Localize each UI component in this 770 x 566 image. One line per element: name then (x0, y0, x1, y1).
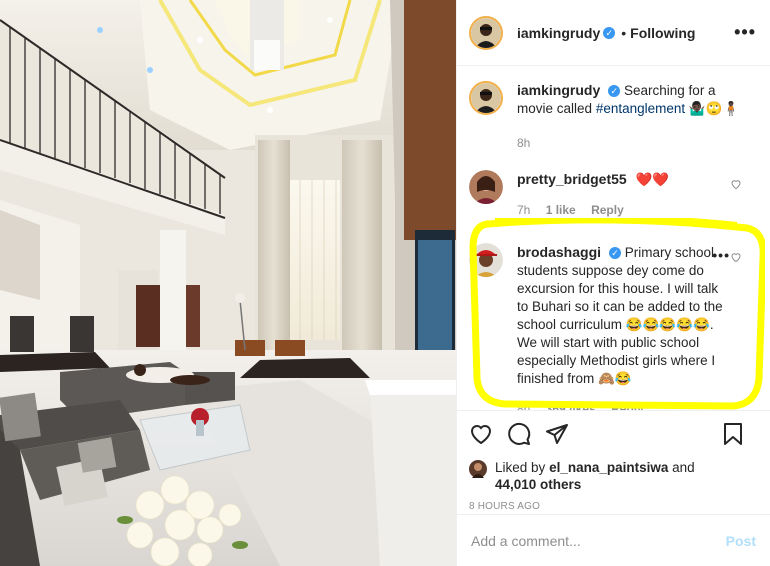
share-icon[interactable] (545, 422, 569, 446)
comments-list[interactable]: iamkingrudy ✓ Searching for a movie calle… (457, 67, 770, 410)
comment-likes[interactable]: 1 like (546, 203, 576, 217)
liked-conjunction: and (672, 460, 695, 475)
author-username[interactable]: iamkingrudy (517, 25, 600, 41)
commenter-avatar[interactable] (469, 243, 503, 277)
verified-icon: ✓ (608, 85, 621, 97)
living-room-image (0, 0, 456, 566)
bookmark-icon[interactable] (722, 422, 744, 446)
post-side-panel: iamkingrudy ✓ • Following ••• iamkingrud… (456, 0, 770, 566)
comment-icon[interactable] (507, 422, 531, 446)
comment-age[interactable]: 7h (517, 203, 530, 217)
add-comment-bar: Post (457, 514, 770, 566)
caption-avatar[interactable] (469, 81, 503, 115)
comment-age[interactable]: 8h (517, 402, 530, 410)
verified-icon: ✓ (603, 26, 616, 39)
commenter-username[interactable]: brodashaggi (517, 244, 601, 260)
following-button[interactable]: Following (630, 25, 695, 41)
caption-age[interactable]: 8h (517, 136, 530, 150)
liker-username[interactable]: el_nana_paintsiwa (549, 460, 668, 475)
hashtag-link[interactable]: #entanglement (596, 101, 685, 116)
reply-button[interactable]: Reply (611, 402, 644, 410)
commenter-username[interactable]: pretty_bridget55 (517, 171, 627, 187)
liker-avatar[interactable] (469, 460, 487, 478)
heart-icon[interactable] (730, 251, 742, 263)
comment-text: ❤️❤️ (635, 172, 670, 187)
comment-item: pretty_bridget55 ❤️❤️ 7h 1 like Reply (469, 170, 756, 219)
separator-dot: • (621, 24, 627, 41)
heart-icon[interactable] (730, 178, 742, 190)
reply-button[interactable]: Reply (591, 203, 624, 217)
caption-emojis: 🤷🏿‍♂️🙄🧍🏿 (688, 101, 740, 116)
post-photo[interactable] (0, 0, 456, 566)
more-icon[interactable]: ••• (734, 22, 756, 43)
caption: iamkingrudy ✓ Searching for a movie calle… (469, 81, 756, 152)
commenter-avatar[interactable] (469, 170, 503, 204)
heart-icon[interactable] (469, 422, 493, 446)
post-button[interactable]: Post (726, 533, 756, 549)
comment-item: brodashaggi ✓ Primary school students sup… (469, 243, 756, 410)
comment-text: Primary school students suppose dey come… (517, 245, 723, 386)
post-timestamp[interactable]: 8 HOURS AGO (469, 501, 758, 512)
comment-likes[interactable]: 369 likes (546, 402, 596, 410)
verified-icon: ✓ (609, 247, 622, 259)
post-actions: Liked by el_nana_paintsiwa and 44,010 ot… (457, 410, 770, 512)
comment-more-icon[interactable]: ••• (712, 247, 730, 263)
post-header: iamkingrudy ✓ • Following ••• (457, 0, 770, 66)
comment-input[interactable] (471, 532, 726, 549)
likes-count[interactable]: 44,010 others (495, 477, 581, 492)
liked-by-label: Liked by (495, 460, 546, 475)
author-avatar[interactable] (469, 15, 503, 50)
caption-username[interactable]: iamkingrudy (517, 82, 600, 98)
likes-summary: Liked by el_nana_paintsiwa and 44,010 ot… (469, 459, 758, 493)
